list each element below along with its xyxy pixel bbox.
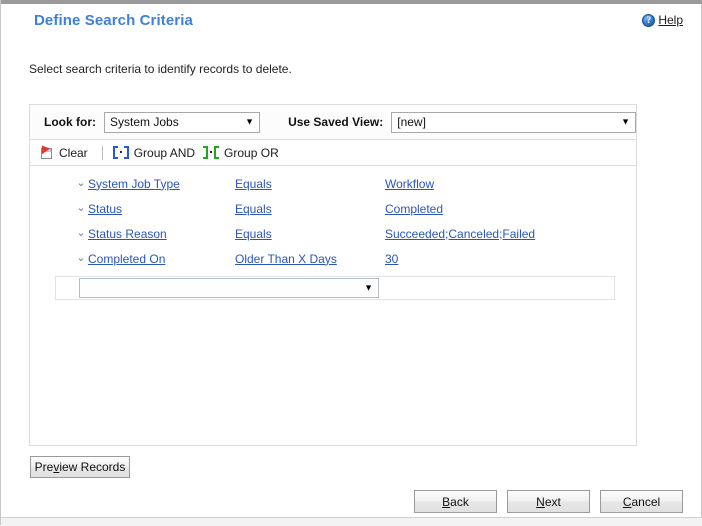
new-criteria-row: ▼	[55, 276, 615, 300]
criteria-value-link[interactable]: Completed	[385, 202, 443, 216]
cancel-accel: C	[622, 494, 632, 509]
clear-label: Clear	[59, 145, 88, 160]
criteria-panel: Clear Group AND Group OR ⌄ System Job Ty…	[29, 139, 637, 446]
lookfor-dropdown[interactable]: System Jobs ▼	[104, 111, 261, 133]
group-and-button[interactable]: Group AND	[111, 145, 201, 161]
help-label: Help	[658, 13, 683, 27]
criteria-operator-link[interactable]: Equals	[235, 227, 272, 241]
criteria-row: ⌄ Status Reason Equals Succeeded;Cancele…	[30, 221, 636, 246]
preview-records-suffix: iew Records	[59, 460, 126, 474]
group-or-brackets-icon	[203, 146, 220, 159]
next-label-rest: ext	[544, 494, 561, 509]
lookfor-dropdown-value: System Jobs	[110, 115, 179, 129]
criteria-operator-link[interactable]: Equals	[235, 202, 272, 216]
dialog-window: Define Search Criteria ? Help Select sea…	[0, 0, 702, 526]
criteria-field-link[interactable]: Completed On	[88, 252, 165, 266]
chevron-down-icon: ▼	[245, 116, 255, 127]
next-button[interactable]: Next	[507, 490, 590, 513]
lookfor-label: Look for:	[44, 115, 96, 129]
cancel-button[interactable]: Cancel	[600, 490, 683, 513]
criteria-row: ⌄ Completed On Older Than X Days 30	[30, 246, 636, 271]
instruction-text: Select search criteria to identify recor…	[29, 62, 292, 76]
chevron-down-icon: ▼	[364, 282, 373, 293]
back-accel: B	[442, 494, 451, 509]
help-circle-icon: ?	[642, 13, 656, 27]
next-accel: N	[536, 494, 545, 509]
group-and-label: Group AND	[133, 145, 196, 160]
savedview-dropdown-value: [new]	[397, 115, 426, 129]
criteria-row: ⌄ Status Equals Completed	[30, 196, 636, 221]
help-link[interactable]: ? Help	[642, 13, 683, 27]
savedview-label: Use Saved View:	[288, 115, 384, 129]
criteria-value-link[interactable]: Succeeded;Canceled;Failed	[385, 227, 535, 241]
group-or-label: Group OR	[224, 145, 279, 160]
chevron-down-icon[interactable]: ⌄	[74, 253, 88, 264]
preview-records-button[interactable]: Pre v iew Records	[30, 456, 130, 478]
new-criteria-field-dropdown[interactable]: ▼	[79, 278, 379, 298]
window-title-strip	[1, 0, 702, 4]
criteria-toolbar: Clear Group AND Group OR	[30, 140, 636, 166]
cancel-label-rest: ancel	[631, 494, 661, 509]
criteria-field-link[interactable]: Status	[88, 202, 122, 216]
back-label-rest: ack	[450, 494, 469, 509]
chevron-down-icon: ▼	[621, 116, 630, 127]
criteria-field-link[interactable]: Status Reason	[88, 227, 167, 241]
group-and-brackets-icon	[112, 146, 129, 159]
toolbar-separator	[101, 145, 103, 160]
criteria-operator-link[interactable]: Older Than X Days	[235, 252, 337, 266]
footer-buttons: Back Next Cancel	[414, 490, 683, 513]
page-title: Define Search Criteria	[34, 12, 193, 29]
criteria-row: ⌄ System Job Type Equals Workflow	[30, 171, 636, 196]
group-or-button[interactable]: Group OR	[201, 145, 285, 161]
chevron-down-icon[interactable]: ⌄	[74, 228, 88, 239]
criteria-value-link[interactable]: 30	[385, 252, 398, 266]
back-button[interactable]: Back	[414, 490, 497, 513]
lookfor-bar: Look for: System Jobs ▼ Use Saved View: …	[29, 104, 637, 139]
clear-button[interactable]: Clear	[37, 142, 94, 161]
criteria-field-link[interactable]: System Job Type	[88, 177, 180, 191]
criteria-operator-link[interactable]: Equals	[235, 177, 272, 191]
savedview-dropdown[interactable]: [new] ▼	[391, 111, 636, 133]
clear-page-icon	[37, 142, 54, 160]
preview-records-prefix: Pre	[34, 460, 54, 474]
chevron-down-icon[interactable]: ⌄	[74, 203, 88, 214]
chevron-down-icon[interactable]: ⌄	[74, 178, 88, 189]
criteria-rows: ⌄ System Job Type Equals Workflow ⌄ Stat…	[30, 166, 636, 300]
criteria-value-link[interactable]: Workflow	[385, 177, 434, 191]
